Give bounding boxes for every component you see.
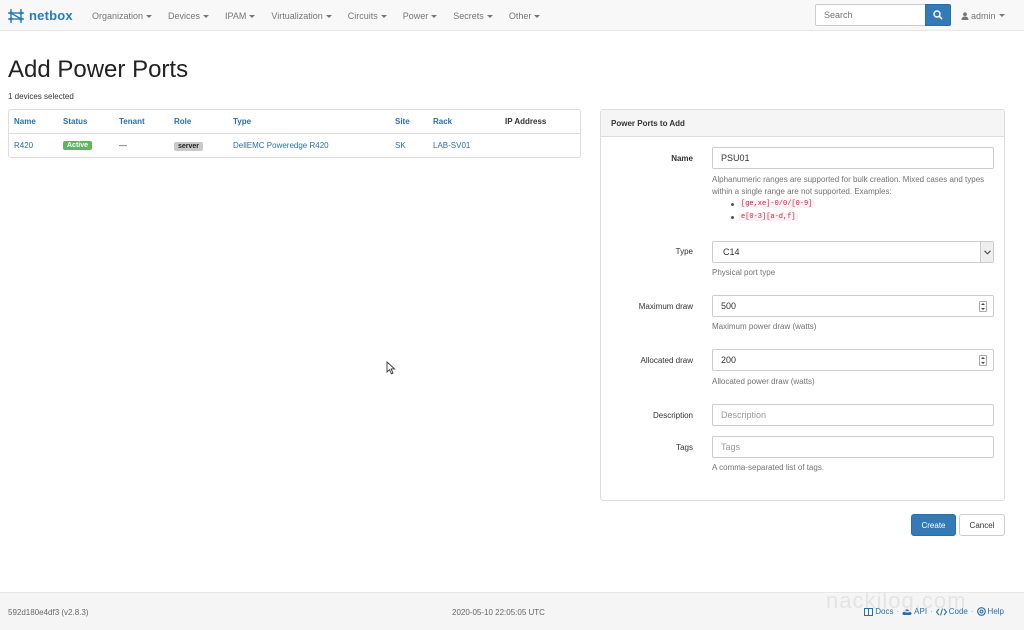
main-nav: Organization Devices IPAM Virtualization… [84, 0, 548, 31]
column-header-role[interactable]: Role [174, 117, 191, 126]
caret-down-icon [380, 14, 387, 18]
nav-virtualization[interactable]: Virtualization [263, 11, 339, 21]
caret-down-icon [203, 14, 210, 18]
top-navbar: netbox Organization Devices IPAM Virtual… [0, 0, 1024, 31]
device-table: Name Status Tenant Role Type Site Rack I… [8, 109, 581, 158]
column-header-ip-address: IP Address [505, 117, 547, 126]
column-header-site[interactable]: Site [395, 117, 410, 126]
maximum-draw-help-text: Maximum power draw (watts) [712, 322, 817, 331]
name-help-text: Alphanumeric ranges are supported for bu… [712, 175, 985, 196]
tags-placeholder: Tags [721, 442, 741, 452]
nav-devices[interactable]: Devices [160, 11, 217, 21]
number-spinner-icon[interactable] [979, 301, 987, 312]
nav-label: Other [508, 10, 532, 21]
user-icon [961, 11, 969, 20]
rack-link[interactable]: LAB-SV01 [433, 141, 470, 150]
netbox-logo-icon [8, 8, 24, 23]
bullet-icon [731, 203, 734, 206]
description-placeholder: Description [721, 410, 767, 420]
caret-down-icon [325, 14, 332, 18]
cancel-button[interactable]: Cancel [959, 514, 1005, 536]
number-spinner-icon[interactable] [979, 355, 987, 366]
page-title: Add Power Ports [8, 56, 189, 83]
column-header-tenant[interactable]: Tenant [119, 117, 145, 126]
selected-count: 1 devices selected [8, 92, 74, 101]
tags-help-text: A comma-separated list of tags. [712, 463, 825, 472]
maximum-draw-label: Maximum draw [638, 302, 693, 311]
device-name-link[interactable]: R420 [14, 141, 33, 150]
tags-field[interactable]: Tags [712, 436, 994, 458]
status-badge: Active [63, 141, 93, 150]
tags-label: Tags [676, 443, 693, 452]
bullet-icon [731, 216, 734, 219]
footer-timestamp: 2020-05-10 22:05:05 UTC [452, 608, 545, 617]
nav-ipam[interactable]: IPAM [217, 11, 263, 21]
maximum-draw-field[interactable]: 500 [712, 295, 994, 317]
name-example-code: [ge,xe]-0/0/[0-9] [739, 200, 815, 208]
panel-title: Power Ports to Add [611, 119, 685, 128]
caret-down-icon [486, 14, 493, 18]
column-header-rack[interactable]: Rack [433, 117, 452, 126]
type-label: Type [675, 247, 693, 256]
lifebuoy-icon [976, 607, 986, 616]
mouse-cursor-icon [386, 361, 396, 375]
column-header-name[interactable]: Name [14, 117, 36, 126]
allocated-draw-field[interactable]: 200 [712, 349, 994, 371]
caret-down-icon [431, 14, 438, 18]
name-value: PSU01 [721, 153, 750, 163]
nav-label: Devices [168, 10, 201, 21]
site-link[interactable]: SK [395, 141, 406, 150]
description-label: Description [652, 411, 693, 420]
user-name: admin [971, 10, 996, 21]
nav-label: Secrets [453, 10, 484, 21]
footer-help-label: Help [987, 607, 1004, 616]
allocated-draw-help-text: Allocated power draw (watts) [712, 377, 815, 386]
footer-version: 592d180e4df3 (v2.8.3) [8, 608, 89, 617]
caret-down-icon [249, 14, 256, 18]
name-field[interactable]: PSU01 [712, 147, 994, 169]
device-type-link[interactable]: DellEMC Poweredge R420 [233, 141, 329, 150]
nav-other[interactable]: Other [501, 11, 549, 21]
nav-power[interactable]: Power [395, 11, 446, 21]
search-icon [933, 10, 943, 20]
column-header-type[interactable]: Type [233, 117, 251, 126]
footer-help-link[interactable]: Help [976, 607, 1004, 616]
brand-logo[interactable]: netbox [7, 6, 73, 25]
role-badge[interactable]: server [174, 142, 204, 151]
watermark-text: nackilog.com [826, 588, 967, 613]
nav-label: IPAM [225, 10, 247, 21]
brand-name: netbox [29, 8, 73, 23]
panel-heading: Power Ports to Add [601, 110, 1004, 137]
nav-label: Power [402, 10, 429, 21]
search-input[interactable] [815, 4, 926, 26]
type-value: C14 [723, 247, 740, 257]
user-menu[interactable]: admin [961, 0, 1005, 31]
nav-circuits[interactable]: Circuits [340, 11, 395, 21]
footer-separator: · [970, 607, 974, 616]
name-example-code: e[0-3][a-d,f] [739, 213, 798, 221]
row-divider [9, 133, 580, 134]
caret-down-icon [534, 14, 541, 18]
description-field[interactable]: Description [712, 404, 994, 426]
name-label: Name [671, 154, 693, 163]
create-button[interactable]: Create [911, 514, 956, 536]
type-help-text: Physical port type [712, 268, 776, 277]
power-ports-form: Power Ports to Add Name PSU01 Alphanumer… [600, 109, 1005, 501]
nav-label: Circuits [347, 10, 378, 21]
type-select[interactable]: C14 [712, 241, 994, 263]
chevron-down-icon [980, 242, 993, 262]
column-header-status[interactable]: Status [63, 117, 87, 126]
allocated-draw-label: Allocated draw [640, 356, 693, 365]
allocated-draw-value: 200 [721, 355, 737, 365]
tenant-cell: — [119, 141, 127, 150]
nav-label: Organization [92, 10, 144, 21]
nav-organization[interactable]: Organization [84, 11, 160, 21]
maximum-draw-value: 500 [721, 301, 737, 311]
caret-down-icon [146, 14, 153, 18]
caret-down-icon [998, 14, 1005, 17]
nav-secrets[interactable]: Secrets [445, 11, 501, 21]
search-button[interactable] [925, 4, 951, 26]
nav-label: Virtualization [271, 10, 323, 21]
